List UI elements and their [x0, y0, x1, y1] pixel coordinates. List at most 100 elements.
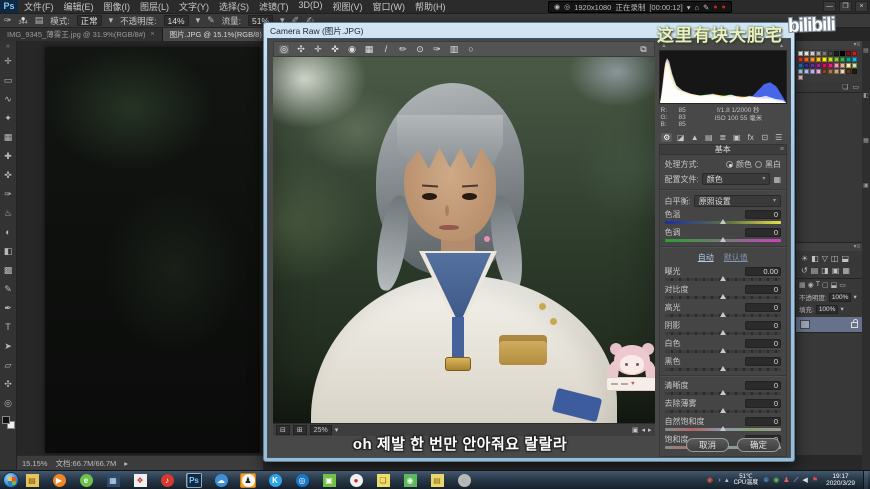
dock-strip-icon[interactable]: ◧ [863, 92, 869, 99]
color-swatch[interactable] [840, 63, 845, 68]
color-swatch[interactable] [840, 51, 845, 56]
cr-color-sampler-tool[interactable]: ✜ [329, 44, 341, 55]
adjustment-icon[interactable]: ▽ [822, 254, 828, 263]
menu-item[interactable]: 帮助(H) [415, 0, 446, 13]
color-swatch[interactable] [852, 69, 857, 74]
cr-tab-detail[interactable]: ▲ [689, 133, 700, 142]
cr-tab-hsl[interactable]: ▤ [703, 133, 714, 142]
recorder-home-icon[interactable]: ⌂ [694, 3, 699, 12]
panel-footer-icon[interactable]: ▭ [852, 83, 859, 91]
slider-thumb[interactable] [720, 366, 726, 371]
color-swatch[interactable] [834, 57, 839, 62]
slider-track[interactable] [665, 296, 781, 299]
ok-button[interactable]: 确定 [737, 438, 780, 452]
slider-track[interactable] [665, 239, 781, 242]
color-swatch[interactable] [816, 63, 821, 68]
layers-header-icon[interactable]: ◉ [808, 281, 814, 289]
start-button[interactable] [3, 472, 19, 488]
color-swatch[interactable] [852, 57, 857, 62]
taskbar-photoshop[interactable]: Ps [186, 473, 202, 488]
menu-item[interactable]: 图像(I) [104, 0, 131, 13]
color-swatch[interactable] [828, 51, 833, 56]
slider-thumb[interactable] [720, 408, 726, 413]
color-swatch[interactable] [798, 69, 803, 74]
slider-thumb[interactable] [720, 237, 726, 242]
color-swatch[interactable] [840, 69, 845, 74]
slider-value[interactable]: 0.00 [745, 267, 781, 276]
acr-slider[interactable]: 黑色 0 [665, 357, 781, 371]
close-button[interactable]: × [855, 1, 868, 12]
color-swatch[interactable] [834, 51, 839, 56]
tray-icon[interactable]: ◉ [707, 477, 713, 484]
dock-strip-icon[interactable]: ▦ [863, 137, 869, 144]
slider-value[interactable]: 0 [745, 357, 781, 366]
acr-slider[interactable]: 高光 0 [665, 303, 781, 317]
cr-radial-filter-tool[interactable]: ○ [465, 44, 477, 55]
taskbar-app-icon[interactable]: ▤ [26, 474, 39, 487]
taskbar-app-icon[interactable]: ❏ [377, 474, 390, 487]
mode-caret-icon[interactable]: ▾ [109, 15, 114, 26]
color-swatch[interactable] [822, 51, 827, 56]
cr-zoom-tool[interactable]: ◎ [278, 44, 290, 55]
color-swatch[interactable] [840, 57, 845, 62]
color-swatch[interactable] [798, 57, 803, 62]
menu-item[interactable]: 选择(S) [219, 0, 249, 13]
minimize-button[interactable]: — [823, 1, 836, 12]
brush-tool-icon[interactable]: ✑ [4, 15, 12, 26]
panel-menu-icon[interactable]: ▾≡ [796, 41, 862, 49]
pressure-opacity-icon[interactable]: ✎ [207, 15, 215, 26]
foreground-color-swatch[interactable] [2, 416, 10, 424]
menu-item[interactable]: 文字(Y) [179, 0, 209, 13]
color-swatch[interactable] [798, 51, 803, 56]
toggle-panel-icon[interactable]: ⧉ [638, 44, 650, 55]
slider-value[interactable]: 0 [745, 228, 781, 237]
color-swatch[interactable] [816, 51, 821, 56]
treatment-bw-label[interactable]: 黑白 [765, 159, 781, 170]
color-swatch[interactable] [810, 63, 815, 68]
recorder-caret-icon[interactable]: ▾ [687, 3, 691, 12]
layers-header-icon[interactable]: ⬓ [831, 281, 838, 289]
type-tool[interactable]: T [1, 318, 16, 337]
panel-menu-icon[interactable]: ≡ [780, 145, 784, 155]
zoom-level[interactable]: 15.15% [22, 459, 47, 468]
menu-item[interactable]: 3D(D) [299, 0, 323, 13]
menu-item[interactable]: 编辑(E) [64, 0, 94, 13]
tray-icon[interactable]: ◀ [802, 477, 807, 484]
status-arrow-icon[interactable]: ▸ [124, 459, 128, 468]
collapse-tools-icon[interactable]: » [6, 43, 10, 50]
auto-link[interactable]: 自动 [698, 252, 714, 263]
layers-header-icon[interactable]: ▭ [839, 281, 846, 289]
adjustment-icon[interactable]: ▤ [811, 266, 819, 275]
slider-thumb[interactable] [720, 219, 726, 224]
taskbar-inactive-app[interactable]: ◌ [456, 473, 472, 488]
slider-thumb[interactable] [720, 330, 726, 335]
layers-header-icon[interactable]: T [816, 281, 820, 289]
color-swatch[interactable] [846, 51, 851, 56]
color-swatch[interactable] [846, 69, 851, 74]
taskbar-notes[interactable]: ❏ [375, 473, 391, 488]
taskbar-app-icon[interactable]: ♟ [242, 474, 255, 487]
record-dot-icon[interactable]: ● [713, 4, 717, 11]
cr-spot-removal-tool[interactable]: ✏ [397, 44, 409, 55]
eraser-tool[interactable]: ◧ [1, 242, 16, 261]
dock-strip-icon[interactable]: ▤ [863, 47, 869, 54]
menu-item[interactable]: 滤镜(T) [259, 0, 289, 13]
taskbar-app-icon[interactable]: Ps [188, 474, 201, 487]
path-select-tool[interactable]: ➤ [1, 337, 16, 356]
shape-tool[interactable]: ▱ [1, 356, 16, 375]
pen-tool[interactable]: ✒ [1, 299, 16, 318]
taskbar-app-icon[interactable]: ♪ [161, 474, 174, 487]
recorder-icon[interactable]: ◉ [554, 4, 560, 11]
selected-layer-row[interactable] [796, 317, 862, 332]
color-swatch[interactable] [834, 69, 839, 74]
white-balance-select[interactable]: 原照设置 ▾ [694, 195, 781, 207]
color-swatch[interactable] [852, 63, 857, 68]
color-swatch[interactable] [828, 69, 833, 74]
color-swatch[interactable] [810, 69, 815, 74]
acr-slider[interactable]: 阴影 0 [665, 321, 781, 335]
recorder-pencil-icon[interactable]: ✎ [703, 3, 709, 12]
taskbar-film-app[interactable]: ▤ [429, 473, 445, 488]
foreground-background-swatch[interactable] [2, 416, 15, 429]
acr-slider[interactable]: 自然饱和度 0 [665, 417, 781, 431]
maximize-button[interactable]: ❐ [839, 1, 852, 12]
